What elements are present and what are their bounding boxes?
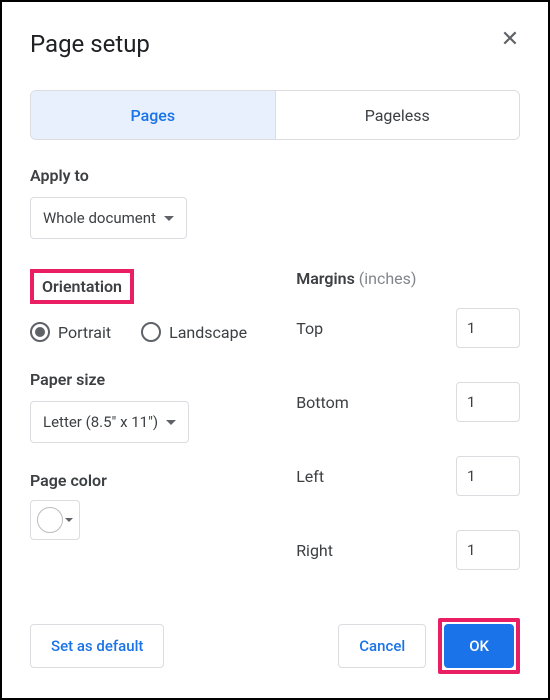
orientation-label: Orientation	[42, 277, 122, 296]
margin-left-input[interactable]	[456, 456, 520, 496]
chevron-down-icon	[166, 420, 176, 425]
margin-right-input[interactable]	[456, 530, 520, 570]
margins-label: Margins	[296, 269, 355, 288]
radio-icon	[30, 322, 50, 342]
dialog-footer: Set as default Cancel OK	[30, 618, 520, 674]
paper-size-label: Paper size	[30, 370, 276, 389]
dialog-title: Page setup	[30, 30, 520, 58]
margin-bottom-input[interactable]	[456, 382, 520, 422]
set-as-default-button[interactable]: Set as default	[30, 624, 164, 668]
margins-unit: (inches)	[359, 269, 417, 288]
orientation-portrait-label: Portrait	[58, 323, 111, 342]
orientation-section: Orientation Portrait Landscape	[30, 269, 276, 342]
tab-pageless[interactable]: Pageless	[275, 91, 520, 139]
ok-button[interactable]: OK	[444, 624, 514, 668]
orientation-portrait-radio[interactable]: Portrait	[30, 322, 111, 342]
paper-size-dropdown[interactable]: Letter (8.5" x 11")	[30, 401, 189, 443]
page-color-picker[interactable]	[30, 500, 80, 540]
apply-to-section: Apply to Whole document	[30, 166, 520, 239]
margin-bottom-label: Bottom	[296, 393, 349, 412]
page-color-label: Page color	[30, 471, 276, 490]
apply-to-value: Whole document	[43, 209, 156, 227]
page-setup-dialog: Page setup ✕ Pages Pageless Apply to Who…	[0, 0, 550, 700]
cancel-button[interactable]: Cancel	[338, 624, 426, 668]
color-swatch-icon	[37, 507, 63, 533]
apply-to-label: Apply to	[30, 166, 520, 185]
ok-highlight: OK	[438, 618, 520, 674]
radio-icon	[141, 322, 161, 342]
margin-top-label: Top	[296, 319, 323, 338]
margin-top-input[interactable]	[456, 308, 520, 348]
paper-size-section: Paper size Letter (8.5" x 11")	[30, 370, 276, 443]
close-icon: ✕	[501, 29, 519, 51]
orientation-landscape-label: Landscape	[169, 323, 247, 342]
close-button[interactable]: ✕	[496, 26, 524, 54]
tabs: Pages Pageless	[30, 90, 520, 140]
margins-section: Margins (inches) Top Bottom Left Right	[296, 269, 520, 570]
page-color-section: Page color	[30, 471, 276, 540]
margin-right-label: Right	[296, 541, 333, 560]
tab-pages[interactable]: Pages	[31, 91, 275, 139]
orientation-highlight: Orientation	[30, 269, 134, 304]
paper-size-value: Letter (8.5" x 11")	[43, 413, 158, 431]
orientation-landscape-radio[interactable]: Landscape	[141, 322, 247, 342]
margin-left-label: Left	[296, 467, 324, 486]
apply-to-dropdown[interactable]: Whole document	[30, 197, 187, 239]
chevron-down-icon	[164, 216, 174, 221]
chevron-down-icon	[65, 518, 73, 522]
